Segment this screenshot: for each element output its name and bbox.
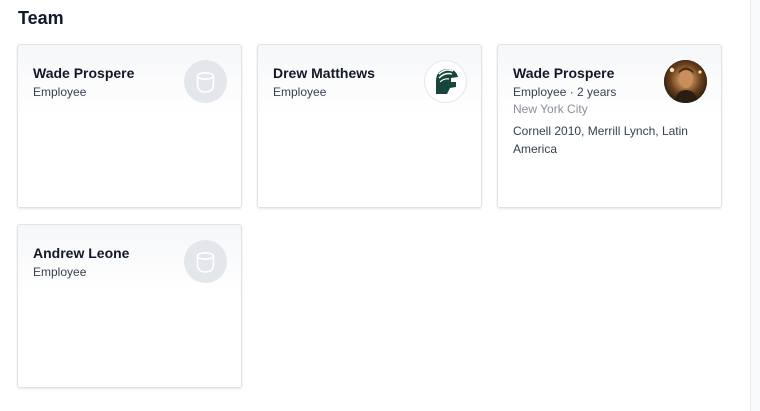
team-member-card[interactable]: Wade Prospere Employee · 2 years New Yor…: [497, 44, 722, 208]
member-location: New York City: [513, 102, 588, 116]
team-member-card[interactable]: Drew Matthews Employee: [257, 44, 482, 208]
member-bio: Cornell 2010, Merrill Lynch, Latin Ameri…: [513, 124, 688, 156]
member-name: Andrew Leone: [33, 245, 130, 261]
placeholder-user-icon: [184, 60, 227, 103]
team-member-card[interactable]: Wade Prospere Employee: [17, 44, 242, 208]
right-rail-divider: [750, 0, 760, 411]
placeholder-user-icon: [184, 240, 227, 283]
member-role: Employee: [33, 85, 87, 99]
profile-photo: [664, 60, 707, 103]
member-name: Drew Matthews: [273, 65, 375, 81]
team-page: Team Wade Prospere Employee Drew Matthew…: [0, 0, 760, 411]
member-role: Employee: [33, 265, 87, 279]
member-name: Wade Prospere: [513, 65, 615, 81]
member-name: Wade Prospere: [33, 65, 135, 81]
spartan-helmet-logo: [424, 60, 467, 103]
team-member-card[interactable]: Andrew Leone Employee: [17, 224, 242, 388]
member-role: Employee: [273, 85, 327, 99]
page-title: Team: [18, 8, 64, 28]
member-role: Employee · 2 years: [513, 85, 617, 99]
